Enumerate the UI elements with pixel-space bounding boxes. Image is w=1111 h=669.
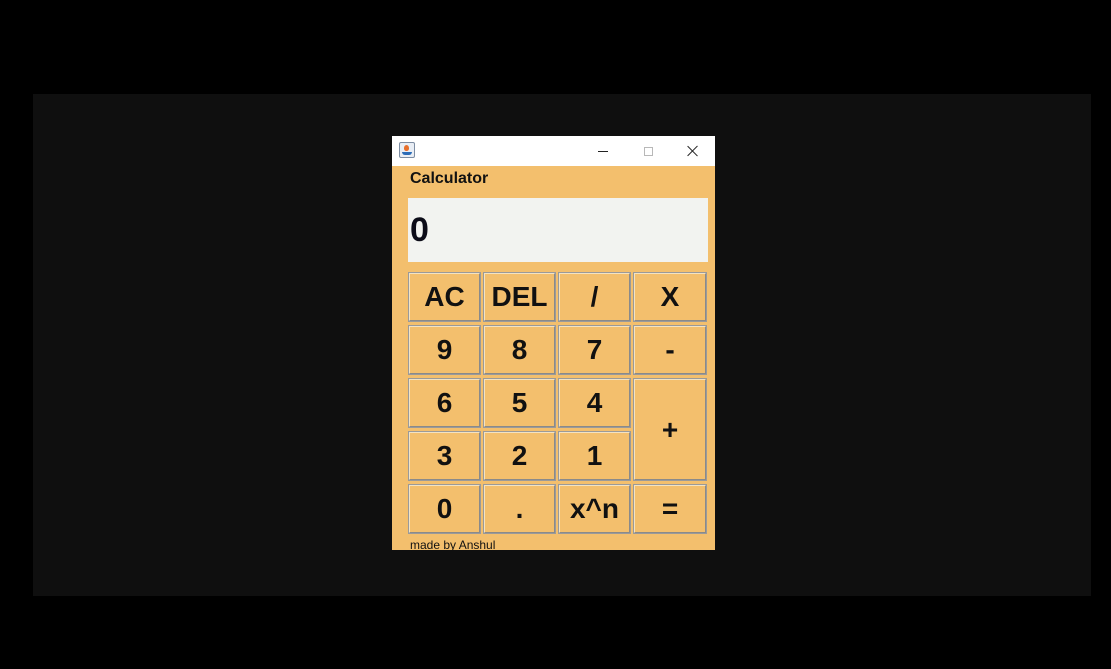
divide-button[interactable]: / (558, 272, 631, 322)
digit-7-button[interactable]: 7 (558, 325, 631, 375)
author-credit: made by Anshul (410, 538, 496, 550)
digit-6-button[interactable]: 6 (408, 378, 481, 428)
java-app-icon[interactable] (399, 142, 415, 158)
close-icon (687, 145, 699, 157)
keypad: AC DEL / X 9 8 7 - 6 5 4 + 3 2 1 0 . x^n… (408, 272, 707, 536)
digit-3-button[interactable]: 3 (408, 431, 481, 481)
minimize-button[interactable] (581, 136, 625, 166)
plus-button[interactable]: + (633, 378, 707, 481)
calculator-window: Calculator 0 AC DEL / X 9 8 7 - 6 5 4 + … (392, 136, 715, 550)
calculator-title: Calculator (410, 170, 489, 187)
title-bar[interactable] (392, 136, 715, 166)
digit-4-button[interactable]: 4 (558, 378, 631, 428)
minimize-icon (598, 150, 608, 152)
maximize-button[interactable] (626, 136, 670, 166)
delete-button[interactable]: DEL (483, 272, 556, 322)
digit-5-button[interactable]: 5 (483, 378, 556, 428)
multiply-button[interactable]: X (633, 272, 707, 322)
digit-0-button[interactable]: 0 (408, 484, 481, 534)
digit-1-button[interactable]: 1 (558, 431, 631, 481)
digit-2-button[interactable]: 2 (483, 431, 556, 481)
decimal-button[interactable]: . (483, 484, 556, 534)
digit-9-button[interactable]: 9 (408, 325, 481, 375)
close-button[interactable] (671, 136, 715, 166)
digit-8-button[interactable]: 8 (483, 325, 556, 375)
equals-button[interactable]: = (633, 484, 707, 534)
minus-button[interactable]: - (633, 325, 707, 375)
power-button[interactable]: x^n (558, 484, 631, 534)
ac-button[interactable]: AC (408, 272, 481, 322)
result-display[interactable]: 0 (408, 198, 708, 262)
maximize-icon (643, 146, 653, 156)
